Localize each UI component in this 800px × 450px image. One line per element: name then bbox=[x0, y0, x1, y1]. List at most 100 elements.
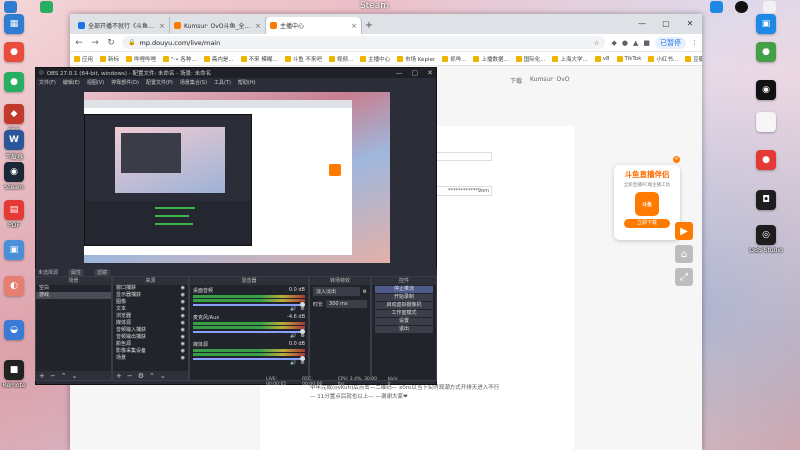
minimize-icon[interactable]: — bbox=[396, 69, 403, 77]
desktop-shortcut[interactable]: ▣ bbox=[746, 14, 786, 36]
obs-menu-item[interactable]: 帮助(H) bbox=[238, 79, 256, 86]
desktop-shortcut[interactable]: ▣ bbox=[0, 240, 34, 262]
browser-tab[interactable]: 全部开播不就行《斗鱼直播》...× bbox=[74, 17, 170, 34]
volume-slider[interactable] bbox=[193, 329, 305, 334]
source-item[interactable]: 音频输入捕获 ◉ bbox=[113, 327, 188, 334]
properties-button[interactable]: 属性 bbox=[68, 268, 85, 276]
desktop-shortcut[interactable]: ■ Remote bbox=[0, 360, 34, 389]
bookmark-item[interactable]: TikTok bbox=[616, 55, 641, 62]
source-item[interactable]: 浏览器 ◉ bbox=[113, 313, 188, 320]
back-icon[interactable]: ← bbox=[74, 38, 84, 48]
desktop-shortcut[interactable]: ◉ Steam bbox=[0, 162, 34, 191]
address-bar[interactable]: 🔒 mp.douyu.com/live/main ☆ bbox=[122, 36, 606, 49]
visibility-icon[interactable]: ◉ bbox=[181, 292, 185, 299]
remove-icon[interactable]: − bbox=[127, 372, 133, 380]
star-icon[interactable]: ☆ bbox=[594, 39, 600, 47]
minimize-icon[interactable]: — bbox=[630, 14, 654, 32]
new-tab-button[interactable]: + bbox=[362, 17, 376, 34]
volume-slider[interactable] bbox=[193, 356, 305, 361]
transition-select[interactable]: 淡入淡出 bbox=[313, 287, 360, 296]
desktop-shortcut[interactable]: ▤ PDF bbox=[0, 200, 34, 229]
extension-icon[interactable]: ▲ bbox=[633, 39, 638, 47]
desktop-shortcut[interactable]: ◐ bbox=[0, 276, 34, 298]
source-item[interactable]: 颜色源 ◉ bbox=[113, 341, 188, 348]
bookmark-item[interactable]: "⋅• 各种… bbox=[163, 55, 197, 63]
obs-menu-item[interactable]: 场景集合(S) bbox=[180, 79, 207, 86]
add-icon[interactable]: + bbox=[39, 372, 45, 380]
filters-button[interactable]: 滤镜 bbox=[94, 268, 111, 276]
play-icon[interactable]: ▶ bbox=[675, 222, 693, 240]
source-item[interactable]: 图像 ◉ bbox=[113, 299, 188, 306]
obs-menu-item[interactable]: 配置文件(P) bbox=[146, 79, 173, 86]
source-item[interactable]: 影像采集设备 ◉ bbox=[113, 348, 188, 355]
add-icon[interactable]: + bbox=[116, 372, 122, 380]
control-button[interactable]: 工作室模式 bbox=[375, 310, 433, 317]
scene-item[interactable]: 空白 bbox=[36, 285, 111, 292]
speaker-icon[interactable]: 🔊 bbox=[290, 360, 296, 366]
speaker-icon[interactable]: 🔊 bbox=[290, 306, 296, 312]
close-tab-icon[interactable]: × bbox=[159, 22, 165, 30]
up-icon[interactable]: ⌃ bbox=[149, 372, 155, 380]
menu-icon[interactable]: ⋮ bbox=[691, 39, 698, 47]
bookmark-item[interactable]: 哔哩哔哩 bbox=[126, 55, 156, 63]
desktop-shortcut[interactable]: ● bbox=[0, 72, 34, 94]
remove-icon[interactable]: − bbox=[50, 372, 56, 380]
bookmark-item[interactable]: 小红书... bbox=[648, 55, 678, 63]
bookmark-item[interactable]: 豆瓣 bbox=[685, 55, 702, 63]
control-button[interactable]: 开始录制 bbox=[375, 294, 433, 301]
app-icon[interactable] bbox=[40, 1, 53, 13]
user-name[interactable]: Kumsur· OvO bbox=[530, 76, 570, 85]
visibility-icon[interactable]: ◉ bbox=[181, 334, 185, 341]
obs-menu-item[interactable]: 视图(V) bbox=[87, 79, 104, 86]
download-link[interactable]: 下载 bbox=[510, 76, 522, 85]
down-icon[interactable]: ⌄ bbox=[72, 372, 78, 380]
maximize-icon[interactable]: ▢ bbox=[654, 14, 678, 32]
duration-input[interactable]: 300 ms bbox=[326, 300, 367, 308]
speaker-icon[interactable]: 🔊 bbox=[290, 333, 296, 339]
source-item[interactable]: 文本 ◉ bbox=[113, 306, 188, 313]
desktop-shortcut[interactable]: ▦ bbox=[0, 14, 34, 36]
app-icon[interactable] bbox=[763, 1, 776, 13]
scene-item[interactable]: 游戏 bbox=[36, 292, 111, 299]
visibility-icon[interactable]: ◉ bbox=[181, 313, 185, 320]
visibility-icon[interactable]: ◉ bbox=[181, 306, 185, 313]
obs-menu-item[interactable]: 停靠部件(D) bbox=[111, 79, 139, 86]
down-icon[interactable]: ⌄ bbox=[160, 372, 166, 380]
browser-tab[interactable]: 主播中心 × bbox=[266, 17, 362, 34]
bookmark-item[interactable]: 新标 bbox=[100, 55, 119, 63]
profile-paused-button[interactable]: 已暂停 bbox=[655, 36, 686, 49]
bookmark-item[interactable]: 视频... bbox=[328, 55, 353, 63]
extension-icon[interactable]: ■ bbox=[643, 39, 650, 47]
close-tab-icon[interactable]: × bbox=[255, 22, 261, 30]
visibility-icon[interactable]: ◉ bbox=[181, 355, 185, 362]
extension-icon[interactable]: ● bbox=[622, 39, 628, 47]
visibility-icon[interactable]: ◉ bbox=[181, 327, 185, 334]
desktop-shortcut[interactable]: ● bbox=[746, 150, 786, 172]
source-item[interactable]: 媒体源 ◉ bbox=[113, 320, 188, 327]
source-item[interactable]: 音频输出捕获 ◉ bbox=[113, 334, 188, 341]
app-icon[interactable] bbox=[4, 1, 17, 13]
desktop-shortcut[interactable]: W 下载器 bbox=[0, 130, 34, 161]
desktop-shortcut[interactable]: ▢ bbox=[746, 112, 786, 134]
visibility-icon[interactable]: ◉ bbox=[181, 341, 185, 348]
bookmark-item[interactable]: 斋内是... bbox=[203, 55, 234, 63]
bookmark-item[interactable]: 市场 Kepler bbox=[397, 55, 435, 63]
source-item[interactable]: 窗口捕获 ◉ bbox=[113, 285, 188, 292]
app-icon[interactable] bbox=[735, 1, 748, 13]
bookmark-item[interactable]: v8 bbox=[594, 55, 610, 62]
bookmark-item[interactable]: 抓哔... bbox=[442, 55, 466, 63]
obs-menu-item[interactable]: 工具(T) bbox=[214, 79, 231, 86]
up-icon[interactable]: ⌃ bbox=[61, 372, 67, 380]
control-button[interactable]: 退出 bbox=[375, 326, 433, 333]
source-item[interactable]: 场景 ◉ bbox=[113, 355, 188, 362]
promo-download-button[interactable]: 立即下载 bbox=[624, 219, 670, 228]
reload-icon[interactable]: ↻ bbox=[106, 38, 116, 48]
visibility-icon[interactable]: ◉ bbox=[181, 299, 185, 306]
forward-icon[interactable]: → bbox=[90, 38, 100, 48]
gear-icon[interactable]: ⚙ bbox=[138, 372, 144, 380]
obs-menu-item[interactable]: 文件(F) bbox=[39, 79, 56, 86]
bookmark-item[interactable]: 主播中心 bbox=[360, 55, 390, 63]
obs-menu-item[interactable]: 编辑(E) bbox=[63, 79, 80, 86]
visibility-icon[interactable]: ◉ bbox=[181, 348, 185, 355]
obs-preview[interactable] bbox=[84, 92, 390, 263]
